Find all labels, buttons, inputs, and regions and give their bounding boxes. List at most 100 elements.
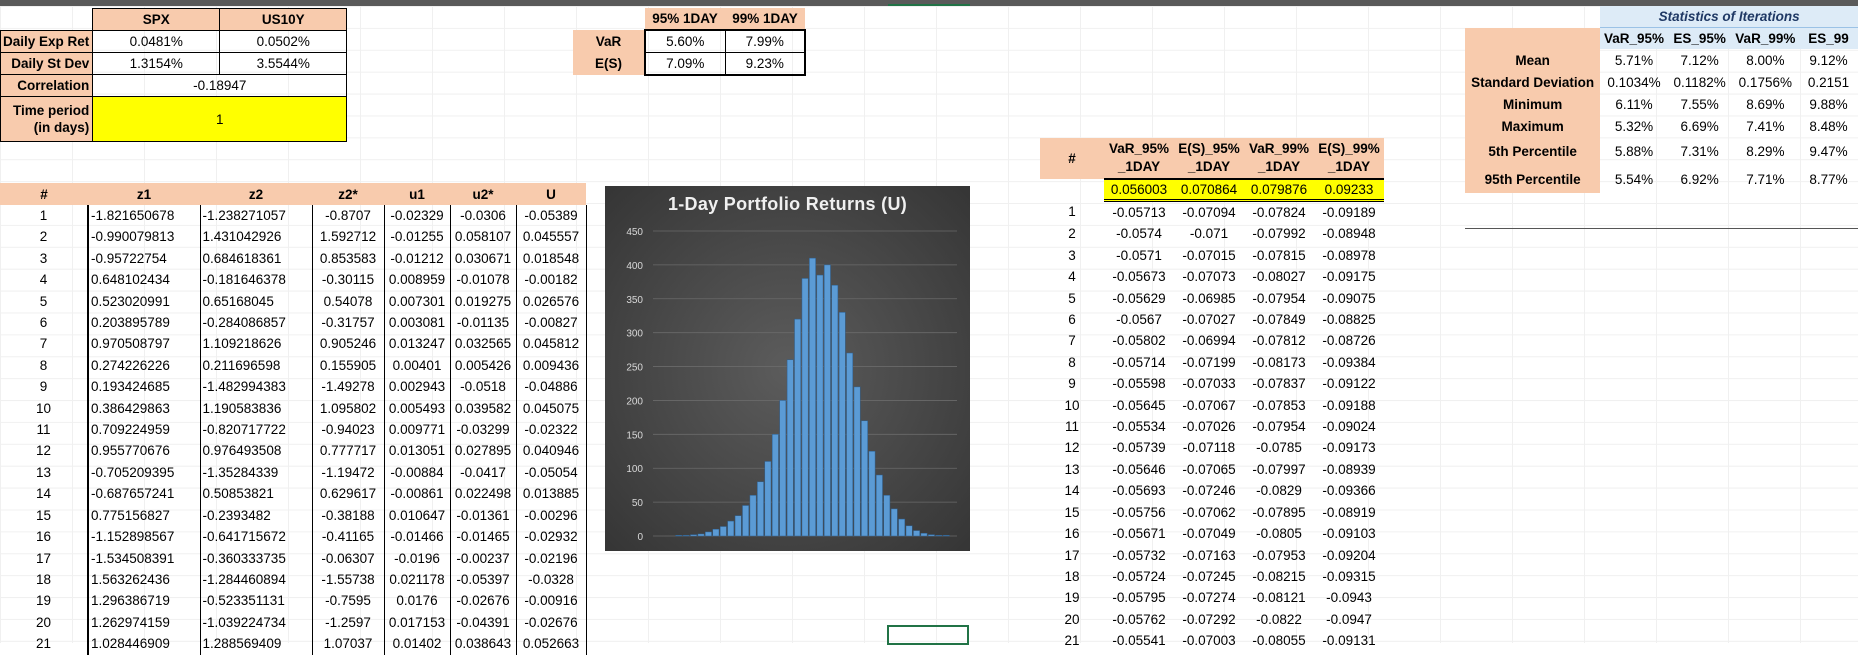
iter-cell[interactable]: -0.0822 (1244, 609, 1314, 630)
histogram-bar[interactable] (801, 278, 809, 537)
iter-cell[interactable]: -0.05629 (1104, 288, 1174, 309)
iter-cell[interactable]: -0.0947 (1314, 609, 1384, 630)
iter-cell[interactable]: -0.0785 (1244, 437, 1314, 458)
iter-cell[interactable]: -0.09189 (1314, 201, 1384, 224)
iter-cell[interactable]: -0.05762 (1104, 609, 1174, 630)
sim-cell[interactable]: 0.039582 (449, 397, 516, 420)
iter-cell[interactable]: -0.07003 (1174, 630, 1244, 651)
stats-cell[interactable]: 8.00% (1732, 49, 1799, 71)
sim-cell[interactable]: 0.009436 (515, 354, 587, 377)
sim-cell[interactable]: -0.2393482 (199, 504, 312, 527)
sim-cell[interactable]: -0.01361 (449, 504, 516, 527)
sim-cell[interactable]: 0.009771 (383, 419, 450, 441)
histogram-bar[interactable] (928, 534, 935, 537)
stats-cell[interactable]: 0.1034% (1600, 71, 1667, 93)
sim-cell[interactable]: 0.013051 (383, 440, 450, 462)
iter-row-index[interactable]: 12 (1040, 437, 1104, 458)
var-header-99[interactable]: 99% 1DAY (725, 8, 805, 30)
stats-row-label[interactable]: 95th Percentile (1465, 165, 1601, 193)
iter-cell[interactable]: -0.09188 (1314, 395, 1384, 416)
stats-cell[interactable]: 0.2151 (1799, 71, 1858, 93)
iter-cell[interactable]: -0.07824 (1244, 201, 1314, 224)
iter-cell[interactable]: -0.08919 (1314, 502, 1384, 523)
iter-cell[interactable]: -0.07812 (1244, 330, 1314, 351)
sim-row-index[interactable]: 11 (0, 419, 88, 440)
sim-cell[interactable]: -0.01212 (383, 247, 450, 270)
iter-cell[interactable]: -0.0567 (1104, 309, 1174, 330)
iter-row-index[interactable]: 6 (1040, 309, 1104, 330)
sim-cell[interactable]: 0.005493 (383, 397, 450, 420)
iter-cell[interactable]: -0.07118 (1174, 437, 1244, 458)
sim-cell[interactable]: 0.017153 (383, 611, 450, 634)
input-exp-ret-us10y[interactable]: 0.0502% (219, 30, 348, 53)
sim-cell[interactable]: -0.04391 (449, 611, 516, 634)
stats-cell[interactable]: 5.32% (1600, 115, 1667, 137)
sim-cell[interactable]: -0.820717722 (199, 419, 312, 441)
iter-cell[interactable]: -0.07992 (1244, 223, 1314, 244)
iter-cell[interactable]: -0.08027 (1244, 266, 1314, 287)
sim-row-index[interactable]: 19 (0, 590, 88, 611)
input-exp-ret-spx[interactable]: 0.0481% (92, 30, 221, 53)
histogram-bar[interactable] (890, 508, 898, 537)
histogram-bar[interactable] (719, 526, 727, 537)
iter-cell[interactable]: -0.07199 (1174, 352, 1244, 373)
sim-cell[interactable]: 0.019275 (449, 290, 516, 313)
iter-cell[interactable]: -0.07062 (1174, 502, 1244, 523)
inputs-label-exp-ret[interactable]: Daily Exp Ret (0, 30, 94, 53)
input-correlation[interactable]: -0.18947 (92, 74, 348, 97)
iter-row-index[interactable]: 2 (1040, 223, 1104, 244)
stats-cell[interactable]: 7.41% (1732, 115, 1799, 137)
histogram-bar[interactable] (809, 257, 816, 537)
sim-header-4[interactable]: u1 (384, 183, 450, 205)
sim-cell[interactable]: 0.045075 (515, 397, 587, 420)
sim-cell[interactable]: 0.155905 (311, 354, 384, 377)
stats-cell[interactable]: 6.69% (1668, 115, 1732, 137)
iter-cell[interactable]: -0.09024 (1314, 416, 1384, 437)
sim-cell[interactable]: -0.0196 (383, 547, 450, 569)
sim-cell[interactable]: 1.109218626 (199, 333, 312, 355)
sim-cell[interactable]: 0.018548 (515, 247, 587, 270)
histogram-bar[interactable] (757, 481, 764, 537)
iter-row-index[interactable]: 7 (1040, 330, 1104, 351)
sim-cell[interactable]: -0.31757 (311, 312, 384, 334)
sim-cell[interactable]: -1.284460894 (199, 568, 312, 591)
sim-header-5[interactable]: u2* (450, 183, 516, 205)
sim-cell[interactable]: -0.990079813 (87, 226, 200, 248)
sim-cell[interactable]: 0.032565 (449, 333, 516, 355)
sim-row-index[interactable]: 3 (0, 248, 88, 269)
sim-cell[interactable]: 1.431042926 (199, 226, 312, 248)
sim-cell[interactable]: -0.02329 (383, 205, 450, 227)
sim-cell[interactable]: -0.00182 (515, 269, 587, 291)
iter-row-index[interactable]: 8 (1040, 352, 1104, 373)
sim-cell[interactable]: -0.01465 (449, 526, 516, 548)
sim-cell[interactable]: 0.274226226 (87, 354, 200, 377)
sim-cell[interactable]: 0.523020991 (87, 290, 200, 313)
iter-cell[interactable]: -0.0574 (1104, 223, 1174, 244)
histogram-bar[interactable] (838, 312, 846, 537)
sim-cell[interactable]: 0.65168045 (199, 290, 312, 313)
sim-cell[interactable]: 1.563262436 (87, 568, 200, 591)
iter-cell[interactable]: -0.09366 (1314, 480, 1384, 501)
sim-row-index[interactable]: 20 (0, 612, 88, 633)
sim-cell[interactable]: -0.181646378 (199, 269, 312, 291)
sim-row-index[interactable]: 5 (0, 291, 88, 312)
sim-row-index[interactable]: 4 (0, 269, 88, 290)
iter-cell[interactable]: -0.07027 (1174, 309, 1244, 330)
sim-row-index[interactable]: 18 (0, 569, 88, 590)
iter-row-index[interactable]: 15 (1040, 502, 1104, 523)
stats-cell[interactable]: 8.48% (1799, 115, 1858, 137)
sim-cell[interactable]: -0.06307 (311, 547, 384, 569)
sim-cell[interactable]: 0.003081 (383, 312, 450, 334)
sim-header-0[interactable]: # (0, 183, 88, 205)
iter-cell[interactable]: -0.07274 (1174, 587, 1244, 608)
stats-cell[interactable]: 8.69% (1732, 93, 1799, 115)
sim-cell[interactable]: -1.2597 (311, 611, 384, 634)
sim-cell[interactable]: -0.00296 (515, 504, 587, 527)
histogram-bar[interactable] (853, 386, 861, 537)
sim-cell[interactable]: 0.976493508 (199, 440, 312, 462)
stats-cell[interactable]: 8.77% (1799, 165, 1858, 193)
iter-cell[interactable]: -0.05673 (1104, 266, 1174, 287)
iter-cell[interactable]: -0.08939 (1314, 459, 1384, 480)
sim-cell[interactable]: 0.203895789 (87, 312, 200, 334)
sim-cell[interactable]: 0.013247 (383, 333, 450, 355)
